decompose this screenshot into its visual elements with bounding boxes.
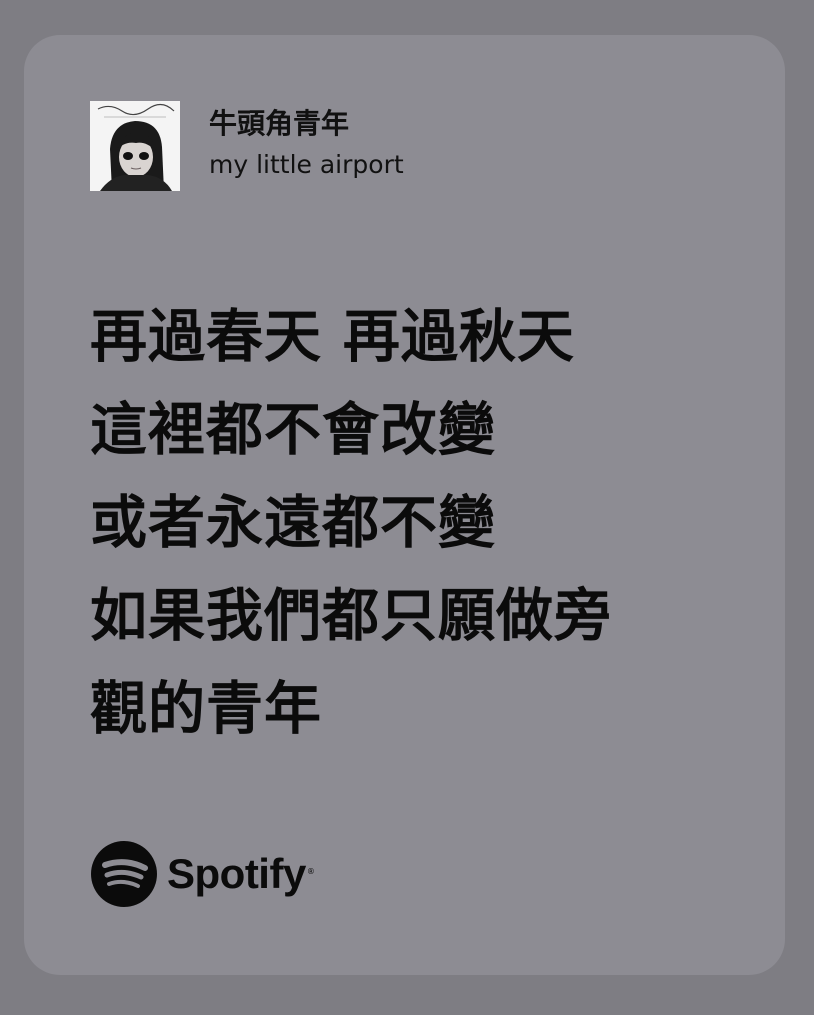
lyric-line: 這裡都不會改變 — [90, 397, 496, 463]
spotify-logo-icon — [91, 841, 157, 907]
album-cover — [90, 101, 180, 191]
track-header[interactable]: 牛頭角青年 my little airport — [90, 101, 404, 191]
album-cover-image — [90, 101, 180, 191]
lyric-line: 或者永遠都不變 — [90, 490, 496, 556]
track-title: 牛頭角青年 — [209, 107, 350, 140]
lyrics-block: 再過春天 再過秋天 這裡都不會改變 或者永遠都不變 如果我們都只願做旁 觀的青年 — [90, 291, 750, 756]
trademark-mark: ® — [306, 867, 315, 876]
lyric-line: 觀的青年 — [90, 676, 322, 742]
track-artist: my little airport — [209, 150, 404, 179]
lyric-line: 如果我們都只願做旁 — [90, 583, 612, 649]
spotify-wordmark: Spotify — [167, 850, 306, 897]
lyrics-share-card: 牛頭角青年 my little airport 再過春天 再過秋天 這裡都不會改… — [24, 35, 785, 975]
lyric-line: 再過春天 再過秋天 — [90, 304, 575, 370]
track-meta: 牛頭角青年 my little airport — [209, 107, 404, 182]
spotify-brand[interactable]: Spotify ® — [91, 841, 315, 907]
